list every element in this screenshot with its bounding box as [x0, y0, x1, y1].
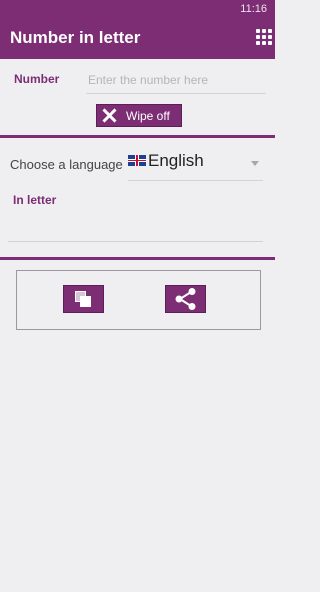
- share-button[interactable]: [165, 285, 206, 313]
- language-select[interactable]: English: [128, 150, 263, 181]
- app-title: Number in letter: [10, 28, 141, 47]
- action-panel: [16, 270, 261, 330]
- wipe-off-label: Wipe off: [126, 108, 170, 123]
- status-bar: 11:16: [0, 0, 275, 18]
- close-icon: [99, 105, 121, 126]
- copy-button[interactable]: [63, 285, 104, 313]
- grid-menu-icon[interactable]: [256, 29, 272, 45]
- dropdown-arrow-icon: [251, 161, 259, 166]
- section-divider: [0, 135, 275, 138]
- number-label: Number: [14, 72, 60, 86]
- app-bar: Number in letter: [0, 18, 275, 59]
- status-time: 11:16: [240, 3, 267, 15]
- section-divider-2: [0, 257, 275, 260]
- in-letter-output-field[interactable]: [8, 241, 263, 242]
- copy-icon: [75, 291, 93, 308]
- language-selected-value: English: [148, 151, 204, 170]
- in-letter-label: In letter: [13, 193, 57, 207]
- number-input[interactable]: [86, 66, 266, 94]
- share-icon: [175, 288, 196, 310]
- uk-flag-icon: [128, 155, 146, 166]
- language-label: Choose a language: [10, 157, 123, 172]
- wipe-off-button[interactable]: Wipe off: [96, 104, 182, 127]
